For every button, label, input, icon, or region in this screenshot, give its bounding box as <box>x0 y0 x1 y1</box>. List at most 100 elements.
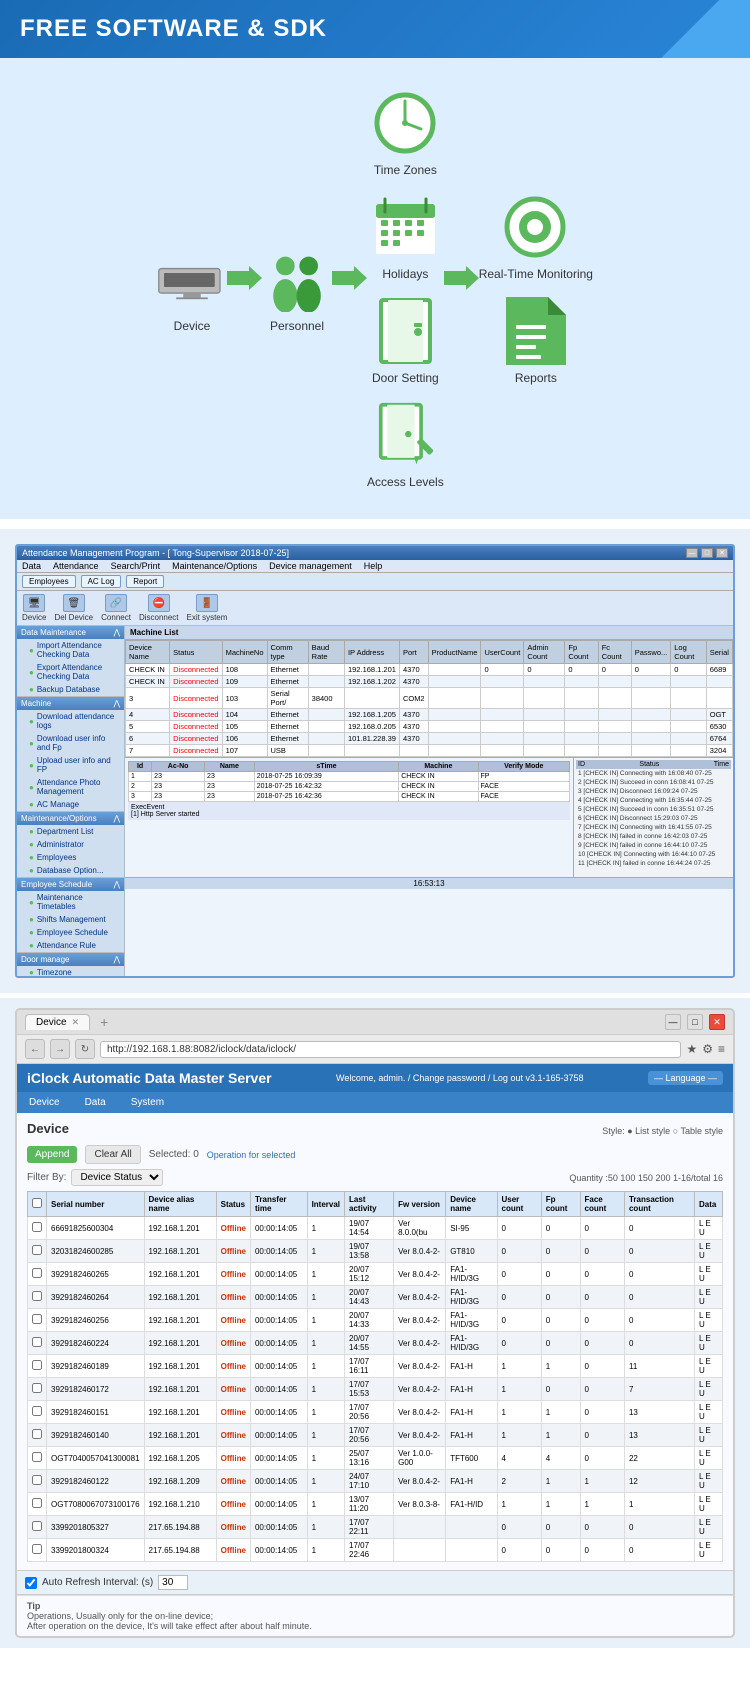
settings-icon[interactable]: ⚙ <box>702 1042 713 1056</box>
row-checkbox[interactable] <box>32 1521 42 1531</box>
device-table-container[interactable]: Device Name Status MachineNo Comm type B… <box>125 640 733 757</box>
filter-select[interactable]: Device Status <box>71 1169 163 1186</box>
row-checkbox[interactable] <box>32 1314 42 1324</box>
menu-device-mgmt[interactable]: Device management <box>269 561 352 571</box>
sidebar-shifts[interactable]: ●Shifts Management <box>17 913 124 926</box>
table-row[interactable]: 3929182460265192.168.1.201Offline00:00:1… <box>28 1263 723 1286</box>
sw-close-btn[interactable]: ✕ <box>716 548 728 558</box>
device-row[interactable]: 5Disconnected105Ethernet192.168.0.205437… <box>126 721 733 733</box>
refresh-interval-input[interactable] <box>158 1575 188 1590</box>
iclock-table-container[interactable]: Serial number Device alias name Status T… <box>27 1191 723 1562</box>
bookmark-icon[interactable]: ★ <box>686 1042 697 1056</box>
menu-help[interactable]: Help <box>364 561 383 571</box>
row-checkbox[interactable] <box>32 1452 42 1462</box>
row-checkbox[interactable] <box>32 1429 42 1439</box>
sidebar-photo-mgmt[interactable]: ●Attendance Photo Management <box>17 776 124 798</box>
sidebar-db-options[interactable]: ●Database Option... <box>17 864 124 877</box>
device-row[interactable]: CHECK INDisconnected109Ethernet192.168.1… <box>126 676 733 688</box>
toolbar-connect-btn[interactable]: 🔗 Connect <box>101 594 131 622</box>
browser-tab-device[interactable]: Device ✕ <box>25 1014 90 1030</box>
operation-for-selected[interactable]: Operation for selected <box>207 1150 296 1160</box>
sidebar-timezone[interactable]: ●Timezone <box>17 966 124 976</box>
sidebar-attendance-rule[interactable]: ●Attendance Rule <box>17 939 124 952</box>
device-row[interactable]: 6Disconnected106Ethernet101.81.228.39437… <box>126 733 733 745</box>
table-row[interactable]: 3929182460122192.168.1.209Offline00:00:1… <box>28 1470 723 1493</box>
sidebar-download-user[interactable]: ●Download user info and Fp <box>17 732 124 754</box>
table-row[interactable]: 3929182460256192.168.1.201Offline00:00:1… <box>28 1309 723 1332</box>
table-row[interactable]: 3399201800324217.65.194.88Offline00:00:1… <box>28 1539 723 1562</box>
table-row[interactable]: 3929182460264192.168.1.201Offline00:00:1… <box>28 1286 723 1309</box>
tab-report[interactable]: Report <box>126 575 164 588</box>
sidebar-import-attendance[interactable]: ●Import Attendance Checking Data <box>17 639 124 661</box>
new-tab-btn[interactable]: + <box>100 1014 108 1030</box>
row-checkbox[interactable] <box>32 1360 42 1370</box>
row-checkbox[interactable] <box>32 1383 42 1393</box>
table-row[interactable]: OGT7080067073100176192.168.1.210Offline0… <box>28 1493 723 1516</box>
toolbar-disconnect-btn[interactable]: ⛔ Disconnect <box>139 594 179 622</box>
device-row[interactable]: 4Disconnected104Ethernet192.168.1.205437… <box>126 709 733 721</box>
sidebar-download-logs[interactable]: ●Download attendance logs <box>17 710 124 732</box>
append-btn[interactable]: Append <box>27 1146 77 1163</box>
forward-btn[interactable]: → <box>50 1039 70 1059</box>
row-checkbox[interactable] <box>32 1337 42 1347</box>
device-row[interactable]: 7Disconnected107USB3204 <box>126 745 733 757</box>
menu-attendance[interactable]: Attendance <box>53 561 99 571</box>
tab-employees[interactable]: Employees <box>22 575 76 588</box>
tab-close-btn[interactable]: ✕ <box>72 1017 80 1028</box>
back-btn[interactable]: ← <box>25 1039 45 1059</box>
row-checkbox[interactable] <box>32 1245 42 1255</box>
sidebar-dept-list[interactable]: ●Department List <box>17 825 124 838</box>
iclock-style-selector: Style: ● List style ○ Table style <box>602 1126 723 1136</box>
toolbar-exit-btn[interactable]: 🚪 Exit system <box>187 594 228 622</box>
nav-system[interactable]: System <box>119 1092 176 1113</box>
sw-minimize-btn[interactable]: — <box>686 548 698 558</box>
iclock-nav: Device Data System <box>17 1092 733 1113</box>
sw-maximize-btn[interactable]: □ <box>701 548 713 558</box>
device-row[interactable]: 3Disconnected103Serial Port/38400COM2 <box>126 688 733 709</box>
sidebar-upload-user[interactable]: ●Upload user info and FP <box>17 754 124 776</box>
table-row[interactable]: 3399201805327217.65.194.88Offline00:00:1… <box>28 1516 723 1539</box>
menu-icon[interactable]: ≡ <box>718 1042 725 1056</box>
sidebar-admin[interactable]: ●Administrator <box>17 838 124 851</box>
sidebar-backup-db[interactable]: ●Backup Database <box>17 683 124 696</box>
sidebar-ac-manage[interactable]: ●AC Manage <box>17 798 124 811</box>
menu-search-print[interactable]: Search/Print <box>111 561 161 571</box>
row-checkbox[interactable] <box>32 1544 42 1554</box>
table-row[interactable]: 3929182460224192.168.1.201Offline00:00:1… <box>28 1332 723 1355</box>
sidebar-timetables[interactable]: ●Maintenance Timetables <box>17 891 124 913</box>
row-checkbox[interactable] <box>32 1222 42 1232</box>
refresh-btn[interactable]: ↻ <box>75 1039 95 1059</box>
clear-all-btn[interactable]: Clear All <box>85 1145 140 1164</box>
row-checkbox[interactable] <box>32 1268 42 1278</box>
table-row[interactable]: OGT7040057041300081192.168.1.205Offline0… <box>28 1447 723 1470</box>
select-all-checkbox[interactable] <box>32 1198 42 1208</box>
tab-aclog[interactable]: AC Log <box>81 575 122 588</box>
row-checkbox[interactable] <box>32 1406 42 1416</box>
sidebar-export-attendance[interactable]: ●Export Attendance Checking Data <box>17 661 124 683</box>
table-row[interactable]: 3929182460151192.168.1.201Offline00:00:1… <box>28 1401 723 1424</box>
row-checkbox[interactable] <box>32 1475 42 1485</box>
browser-minimize[interactable]: — <box>665 1014 681 1030</box>
sidebar-emp-schedule[interactable]: ●Employee Schedule <box>17 926 124 939</box>
browser-close[interactable]: ✕ <box>709 1014 725 1030</box>
sidebar-employees[interactable]: ●Employees <box>17 851 124 864</box>
row-checkbox[interactable] <box>32 1498 42 1508</box>
nav-device[interactable]: Device <box>17 1092 72 1113</box>
table-row[interactable]: 3929182460140192.168.1.201Offline00:00:1… <box>28 1424 723 1447</box>
row-checkbox[interactable] <box>32 1291 42 1301</box>
toolbar-del-device-btn[interactable]: 🗑 Del Device <box>54 594 93 622</box>
iclock-language-selector[interactable]: — Language — <box>648 1071 723 1085</box>
table-row[interactable]: 3929182460189192.168.1.201Offline00:00:1… <box>28 1355 723 1378</box>
browser-maximize[interactable]: □ <box>687 1014 703 1030</box>
auto-refresh-checkbox[interactable] <box>25 1577 37 1589</box>
toolbar-device-btn[interactable]: 🖥 Device <box>22 594 46 622</box>
menu-maintenance[interactable]: Maintenance/Options <box>172 561 257 571</box>
table-row[interactable]: 32031824600285192.168.1.201Offline00:00:… <box>28 1240 723 1263</box>
url-bar[interactable]: http://192.168.1.88:8082/iclock/data/icl… <box>100 1041 681 1058</box>
nav-data[interactable]: Data <box>73 1092 118 1113</box>
menu-data[interactable]: Data <box>22 561 41 571</box>
sw-log-table-area: Id Ac-No Name sTime Machine Verify Mode … <box>125 758 573 877</box>
device-row[interactable]: CHECK INDisconnected108Ethernet192.168.1… <box>126 664 733 676</box>
table-row[interactable]: 3929182460172192.168.1.201Offline00:00:1… <box>28 1378 723 1401</box>
table-row[interactable]: 66691825600304192.168.1.201Offline00:00:… <box>28 1217 723 1240</box>
